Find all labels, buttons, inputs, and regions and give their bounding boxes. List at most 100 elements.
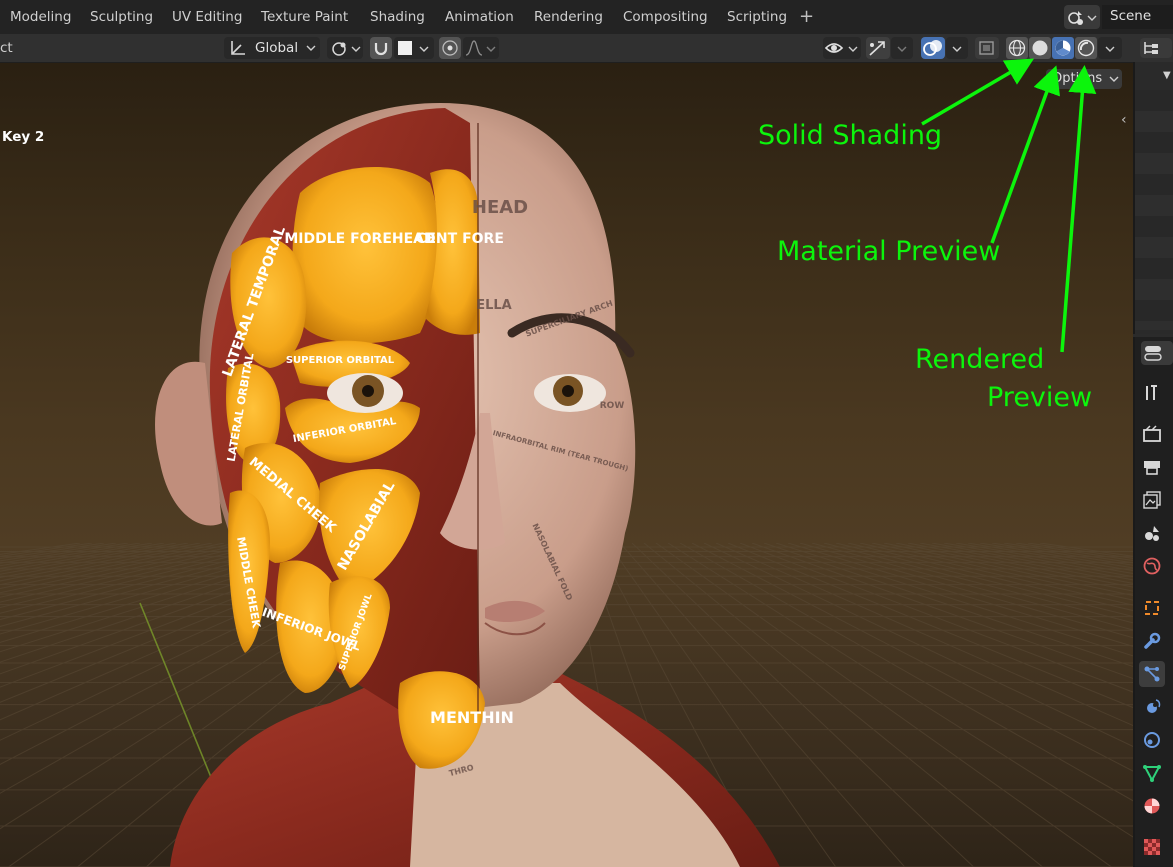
wrench-icon xyxy=(1144,632,1161,649)
viewport-overlay-text: Key 2 xyxy=(2,129,45,145)
pivot-point-dropdown[interactable] xyxy=(327,37,363,59)
rendered-sphere-icon xyxy=(1077,39,1095,57)
tab-compositing[interactable]: Compositing xyxy=(623,0,708,34)
pivot-icon xyxy=(332,42,361,56)
gizmo-dropdown[interactable] xyxy=(891,37,913,59)
properties-tab-view-layer[interactable] xyxy=(1139,487,1165,513)
snap-increment-icon xyxy=(398,41,429,55)
scene-selector-button[interactable] xyxy=(1064,5,1100,29)
sidebar-toggle-icon[interactable]: ‹ xyxy=(1121,113,1131,127)
physics-icon xyxy=(1147,699,1161,713)
properties-tab-scene[interactable] xyxy=(1139,520,1165,546)
scene-name-field[interactable]: Scene xyxy=(1102,5,1173,29)
gizmo-icon xyxy=(869,41,885,56)
properties-editor-type-dropdown[interactable] xyxy=(1141,341,1173,365)
annotation-preview: Preview xyxy=(987,382,1093,413)
workspace-bar: Modeling Sculpting UV Editing Texture Pa… xyxy=(0,0,1173,34)
xray-icon xyxy=(979,41,994,55)
outliner-display-mode-dropdown[interactable] xyxy=(1140,38,1172,58)
add-workspace-button[interactable]: + xyxy=(799,6,817,28)
material-sphere-icon xyxy=(1055,40,1071,56)
tab-rendering[interactable]: Rendering xyxy=(534,0,603,34)
viewport-header: ct Global xyxy=(0,34,1133,63)
properties-tab-render[interactable] xyxy=(1139,421,1165,447)
wireframe-shading-button[interactable] xyxy=(1006,37,1028,59)
anatomy-head-model: MIDDLE FOREHEAD CENT FORE LATERAL TEMPOR… xyxy=(155,103,780,867)
tab-modeling[interactable]: Modeling xyxy=(10,0,71,34)
orientation-label: Global xyxy=(255,40,299,56)
proportional-edit-toggle[interactable] xyxy=(439,37,461,59)
eye-icon xyxy=(824,43,858,53)
properties-toggle-icon xyxy=(1144,346,1162,361)
solid-shading-button[interactable] xyxy=(1029,37,1051,59)
material-icon xyxy=(1144,798,1160,814)
object-visibility-dropdown[interactable] xyxy=(823,37,861,59)
snap-toggle[interactable] xyxy=(370,37,392,59)
rendered-shading-button[interactable] xyxy=(1075,37,1097,59)
options-label: Options xyxy=(1052,71,1103,86)
tab-shading[interactable]: Shading xyxy=(370,0,425,34)
overlays-toggle[interactable] xyxy=(921,37,945,59)
properties-tab-object[interactable] xyxy=(1139,595,1165,621)
material-preview-button[interactable] xyxy=(1052,37,1074,59)
3d-viewport[interactable]: MIDDLE FOREHEAD CENT FORE LATERAL TEMPOR… xyxy=(0,63,1133,867)
chevron-down-icon xyxy=(306,45,316,51)
gizmo-toggle[interactable] xyxy=(866,37,890,59)
annotation-solid-shading: Solid Shading xyxy=(758,120,943,151)
outliner-rows xyxy=(1135,90,1173,330)
label-row: ROW xyxy=(600,401,625,411)
outliner-header xyxy=(1133,34,1173,62)
chevron-down-icon xyxy=(952,46,962,52)
properties-tab-particles[interactable] xyxy=(1139,661,1165,687)
label-ella: ELLA xyxy=(476,298,512,313)
chevron-down-icon xyxy=(1105,46,1115,52)
overlay-icon xyxy=(923,40,942,56)
properties-tab-world[interactable] xyxy=(1139,553,1165,579)
properties-tab-physics[interactable] xyxy=(1139,694,1165,720)
object-icon xyxy=(1145,601,1159,615)
orientation-icon xyxy=(231,41,245,55)
tab-scripting[interactable]: Scripting xyxy=(727,0,787,34)
tab-sculpting[interactable]: Sculpting xyxy=(90,0,153,34)
mode-menu-fragment[interactable]: ct xyxy=(0,37,13,59)
chevron-down-icon xyxy=(1109,76,1119,82)
particles-icon xyxy=(1144,666,1160,682)
options-dropdown[interactable]: Options xyxy=(1046,69,1122,89)
properties-tab-tool[interactable] xyxy=(1139,380,1165,406)
properties-tab-material[interactable] xyxy=(1139,793,1165,819)
tool-icon xyxy=(1146,385,1157,400)
chevron-down-icon xyxy=(897,46,907,52)
proportional-icon xyxy=(442,40,458,56)
annotation-rendered: Rendered xyxy=(915,344,1045,375)
label-menthin: MENTHIN xyxy=(430,708,514,727)
tab-animation[interactable]: Animation xyxy=(445,0,514,34)
render-icon xyxy=(1143,425,1161,442)
properties-tab-data[interactable] xyxy=(1139,760,1165,786)
scene-props-icon xyxy=(1145,526,1159,541)
proportional-falloff-dropdown[interactable] xyxy=(463,37,499,59)
world-icon xyxy=(1143,557,1161,575)
overlays-dropdown[interactable] xyxy=(946,37,968,59)
filter-triangle-icon[interactable]: ▼ xyxy=(1163,70,1173,82)
shading-options-dropdown[interactable] xyxy=(1098,37,1122,59)
properties-tab-texture[interactable] xyxy=(1139,834,1165,860)
mesh-data-icon xyxy=(1143,765,1161,783)
texture-checker-icon xyxy=(1144,839,1160,855)
xray-toggle[interactable] xyxy=(975,37,999,59)
tab-texture-paint[interactable]: Texture Paint xyxy=(261,0,348,34)
outliner-icon xyxy=(1144,42,1158,54)
tab-uv-editing[interactable]: UV Editing xyxy=(172,0,242,34)
wireframe-sphere-icon xyxy=(1008,39,1026,57)
properties-tab-output[interactable] xyxy=(1139,454,1165,480)
falloff-curve-icon xyxy=(465,40,496,56)
annotation-material-preview: Material Preview xyxy=(777,236,1001,267)
label-middle-forehead: MIDDLE FOREHEAD xyxy=(284,231,435,247)
transform-orientation-dropdown[interactable]: Global xyxy=(224,37,320,59)
snap-target-dropdown[interactable] xyxy=(394,37,434,59)
label-central-forehead: CENT FORE xyxy=(416,231,504,247)
output-icon xyxy=(1144,461,1160,475)
properties-tab-constraints[interactable] xyxy=(1139,727,1165,753)
properties-tab-modifiers[interactable] xyxy=(1139,628,1165,654)
magnet-icon xyxy=(374,43,388,56)
label-head: HEAD xyxy=(472,197,528,218)
